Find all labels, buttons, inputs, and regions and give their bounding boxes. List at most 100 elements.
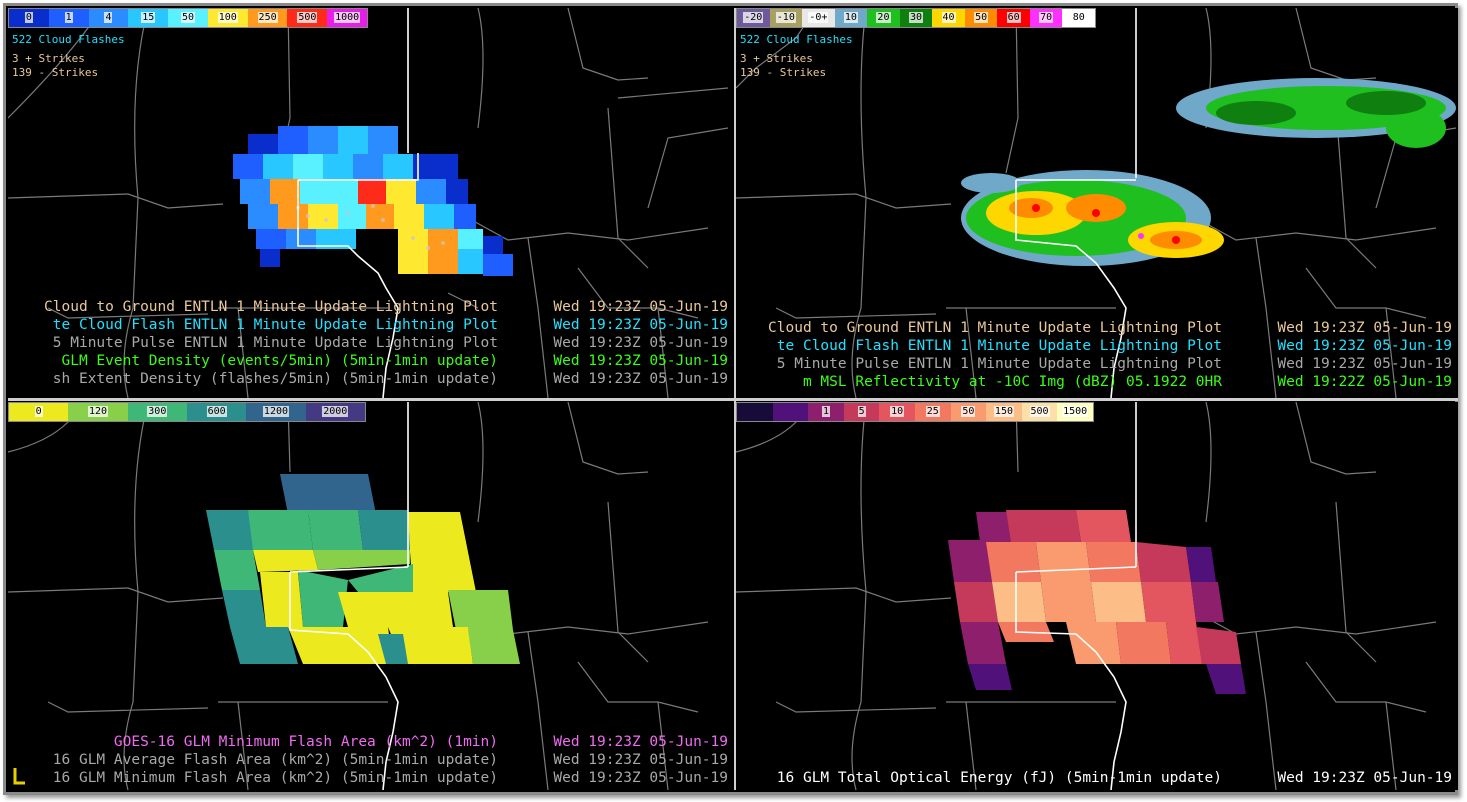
legend-timestamp: Wed 19:23Z 05-Jun-19 <box>1277 320 1452 336</box>
legend-row[interactable]: sh Extent Density (flashes/5min) (5min-1… <box>8 370 728 388</box>
colorbar-label: -20 <box>743 12 764 23</box>
event-density-grid <box>233 126 513 276</box>
legend-product-name: 5 Minute Pulse ENTLN 1 Minute Update Lig… <box>776 356 1222 372</box>
colorbar-label: 50 <box>961 406 976 417</box>
stat-positive-strikes: 3 + Strikes <box>12 52 85 65</box>
panel-divider-horizontal <box>8 398 1458 401</box>
stat-negative-strikes: 139 - Strikes <box>740 66 827 79</box>
colorbar-segment <box>772 403 809 421</box>
product-legend: 16 GLM Total Optical Energy (fJ) (5min-1… <box>736 769 1452 787</box>
stat-positive-strikes: 3 + Strikes <box>740 52 813 65</box>
colorbar-segment: 150 <box>986 403 1022 421</box>
colorbar-label: 20 <box>876 12 891 23</box>
legend-product-name: 16 GLM Total Optical Energy (fJ) (5min-1… <box>776 770 1222 786</box>
colorbar-label: -10 <box>775 12 796 23</box>
legend-row[interactable]: GOES-16 GLM Minimum Flash Area (km^2) (1… <box>8 733 728 751</box>
colorbar-segment: 4 <box>88 9 129 27</box>
panel-flash-area[interactable]: 0 120 300 600 1200 2000 GOES-16 GLM Minimum F… <box>8 402 734 790</box>
colorbar-segment: 0 <box>9 9 49 27</box>
legend-product-name: Cloud to Ground ENTLN 1 Minute Update Li… <box>44 299 498 315</box>
stat-negative-strikes: 139 - Strikes <box>12 66 99 79</box>
legend-product-name: m MSL Reflectivity at -10C Img (dBZ) 05.… <box>802 374 1222 390</box>
legend-product-name: 16 GLM Average Flash Area (km^2) (5min-1… <box>52 752 498 768</box>
colorbar-label: 600 <box>206 406 227 417</box>
colorbar-label: 70 <box>1039 12 1054 23</box>
colorbar-label: 50 <box>180 12 196 23</box>
legend-row[interactable]: te Cloud Flash ENTLN 1 Minute Update Lig… <box>8 316 728 334</box>
colorbar-label: 4 <box>104 12 113 23</box>
colorbar-segment: 30 <box>899 9 933 27</box>
colorbar-segment: 250 <box>247 9 288 27</box>
colorbar-label: 500 <box>1029 406 1050 417</box>
colorbar-label: 10 <box>890 406 905 417</box>
colorbar-label: -0+ <box>808 12 829 23</box>
map-layer <box>8 402 709 790</box>
colorbar-segment: 80 <box>1062 9 1096 27</box>
legend-product-name: GOES-16 GLM Minimum Flash Area (km^2) (1… <box>113 734 498 750</box>
colorbar-segment: 1 <box>808 403 844 421</box>
legend-timestamp: Wed 19:23Z 05-Jun-19 <box>553 335 728 351</box>
legend-row[interactable]: te Cloud Flash ENTLN 1 Minute Update Lig… <box>736 337 1452 355</box>
product-legend: GOES-16 GLM Minimum Flash Area (km^2) (1… <box>8 733 728 787</box>
panel-optical-energy[interactable]: 1 5 10 25 50 150 500 1500 16 GLM Total Optical … <box>736 402 1458 790</box>
panel-reflectivity[interactable]: -20 -10 -0+ 10 20 30 40 50 60 70 80 522 Cloud Flas… <box>736 8 1458 398</box>
legend-row[interactable]: 16 GLM Average Flash Area (km^2) (5min-1… <box>8 751 728 769</box>
colorbar-label: 80 <box>1071 12 1086 23</box>
colorbar-segment: 15 <box>128 9 169 27</box>
colorbar-label: 1 <box>64 12 73 23</box>
stat-cloud-flashes: 522 Cloud Flashes <box>740 33 853 46</box>
legend-row[interactable]: 5 Minute Pulse ENTLN 1 Minute Update Lig… <box>8 334 728 352</box>
colorbar-segment: 1200 <box>246 403 306 421</box>
colorbar-segment: 300 <box>127 403 187 421</box>
legend-timestamp: Wed 19:23Z 05-Jun-19 <box>1277 338 1452 354</box>
colorbar-segment: 20 <box>867 9 900 27</box>
legend-row[interactable]: GLM Event Density (events/5min) (5min-1m… <box>8 352 729 370</box>
legend-timestamp: Wed 19:23Z 05-Jun-19 <box>1277 356 1452 372</box>
colorbar-label: 1200 <box>262 406 290 417</box>
colorbar: -20 -10 -0+ 10 20 30 40 50 60 70 80 <box>736 8 1096 28</box>
colorbar-segment: -0+ <box>802 9 835 27</box>
colorbar-label: 25 <box>925 406 940 417</box>
legend-timestamp: Wed 19:23Z 05-Jun-19 <box>553 770 728 786</box>
legend-product-name: GLM Event Density (events/5min) (5min-1m… <box>61 353 499 369</box>
legend-product-name: 5 Minute Pulse ENTLN 1 Minute Update Lig… <box>52 335 498 351</box>
legend-timestamp: Wed 19:22Z 05-Jun-19 <box>1277 374 1452 390</box>
colorbar-segment: 5 <box>843 403 880 421</box>
colorbar-segment: 25 <box>914 403 951 421</box>
colorbar-segment: 60 <box>997 9 1030 27</box>
panel-event-density[interactable]: 0 1 4 15 50 100 250 500 1000 522 Cloud Flashes 3… <box>8 8 734 398</box>
colorbar: 1 5 10 25 50 150 500 1500 <box>736 402 1094 422</box>
legend-row[interactable]: m MSL Reflectivity at -10C Img (dBZ) 05.… <box>736 373 1452 391</box>
legend-row[interactable]: 5 Minute Pulse ENTLN 1 Minute Update Lig… <box>736 355 1452 373</box>
legend-product-name: te Cloud Flash ENTLN 1 Minute Update Lig… <box>52 317 498 333</box>
legend-product-name: Cloud to Ground ENTLN 1 Minute Update Li… <box>768 320 1222 336</box>
colorbar-segment: 1500 <box>1057 403 1093 421</box>
legend-row[interactable]: 16 GLM Total Optical Energy (fJ) (5min-1… <box>736 769 1452 787</box>
legend-row[interactable]: Cloud to Ground ENTLN 1 Minute Update Li… <box>8 298 728 316</box>
colorbar-label: 1000 <box>334 12 361 23</box>
colorbar-label: 30 <box>908 12 924 23</box>
legend-timestamp: Wed 19:23Z 05-Jun-19 <box>1277 770 1452 786</box>
colorbar-label: 0 <box>24 12 33 23</box>
colorbar-label: 40 <box>941 12 956 23</box>
colorbar-label: 60 <box>1006 12 1021 23</box>
logo-icon <box>13 768 25 785</box>
colorbar: 0 120 300 600 1200 2000 <box>8 402 366 422</box>
legend-timestamp: Wed 19:23Z 05-Jun-19 <box>553 353 728 369</box>
legend-timestamp: Wed 19:23Z 05-Jun-19 <box>553 371 728 387</box>
legend-row[interactable]: 16 GLM Minimum Flash Area (km^2) (5min-1… <box>8 769 728 787</box>
colorbar-label: 1 <box>821 406 830 417</box>
colorbar-label: 5 <box>857 406 866 417</box>
legend-row[interactable]: Cloud to Ground ENTLN 1 Minute Update Li… <box>736 319 1452 337</box>
colorbar-segment: 1000 <box>327 9 368 27</box>
legend-product-name: te Cloud Flash ENTLN 1 Minute Update Lig… <box>776 338 1222 354</box>
stat-cloud-flashes: 522 Cloud Flashes <box>12 33 125 46</box>
map-layer <box>736 402 1437 790</box>
colorbar-segment: 120 <box>68 403 128 421</box>
colorbar-segment: 10 <box>834 9 868 27</box>
colorbar-label: 10 <box>843 12 858 23</box>
colorbar-label: 0 <box>34 406 43 417</box>
colorbar-segment: 50 <box>168 9 208 27</box>
colorbar-label: 120 <box>87 406 109 417</box>
colorbar-segment: 500 <box>287 9 328 27</box>
